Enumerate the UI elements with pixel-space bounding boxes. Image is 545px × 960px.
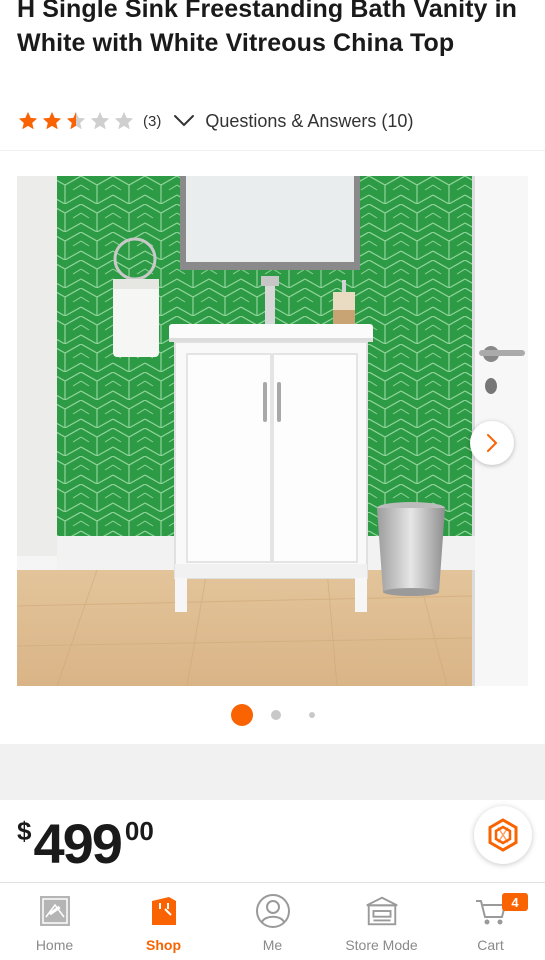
product-title-block: H Single Sink Freestanding Bath Vanity i… bbox=[17, 0, 537, 60]
store-icon bbox=[364, 893, 400, 929]
chevron-down-icon bbox=[174, 115, 195, 127]
assistant-button[interactable] bbox=[474, 806, 532, 864]
user-icon bbox=[255, 893, 291, 929]
price-currency: $ bbox=[17, 816, 32, 846]
nav-label-cart: Cart bbox=[477, 937, 504, 953]
nav-label-shop: Shop bbox=[146, 937, 181, 953]
product-price: $ 499 00 bbox=[17, 814, 154, 874]
nav-item-shop[interactable]: Shop bbox=[109, 883, 218, 960]
product-image[interactable] bbox=[17, 176, 528, 686]
nav-label-me: Me bbox=[262, 937, 283, 953]
star-empty-icon bbox=[90, 111, 110, 130]
price-section: $ 499 00 bbox=[0, 800, 545, 882]
price-dollars: 499 bbox=[33, 812, 122, 875]
assistant-hexagon-icon bbox=[488, 818, 518, 852]
carousel-dot[interactable] bbox=[270, 710, 281, 720]
carousel-indicators bbox=[0, 703, 545, 727]
nav-item-me[interactable]: Me bbox=[218, 883, 327, 960]
nav-item-cart[interactable]: 4 Cart bbox=[436, 883, 545, 960]
star-empty-icon bbox=[114, 111, 134, 130]
review-count[interactable]: (3) bbox=[143, 113, 161, 130]
section-divider bbox=[0, 150, 545, 160]
star-half-icon bbox=[66, 111, 86, 130]
rating-row[interactable]: (3) Questions & Answers (10) bbox=[17, 108, 413, 134]
carousel-dot[interactable] bbox=[308, 712, 315, 718]
next-image-button[interactable] bbox=[470, 421, 514, 465]
nav-item-home[interactable]: Home bbox=[0, 883, 109, 960]
product-title: H Single Sink Freestanding Bath Vanity i… bbox=[17, 0, 518, 57]
nav-item-store-mode[interactable]: Store Mode bbox=[327, 883, 436, 960]
star-full-icon bbox=[42, 111, 62, 130]
shop-bag-icon bbox=[146, 893, 182, 929]
chevron-right-icon bbox=[487, 434, 498, 452]
price-cents: 00 bbox=[124, 816, 154, 846]
carousel-dot-active[interactable] bbox=[230, 704, 253, 726]
nav-label-store-mode: Store Mode bbox=[345, 937, 418, 953]
bath-vanity-photo bbox=[17, 176, 528, 686]
star-full-icon bbox=[18, 111, 38, 130]
questions-answers-label: Questions & Answers (10) bbox=[205, 110, 414, 131]
bottom-navigation: Home Shop Me Store Mode 4 Cart bbox=[0, 882, 545, 960]
section-separator bbox=[0, 744, 545, 800]
cart-count-badge: 4 bbox=[502, 893, 528, 911]
nav-label-home: Home bbox=[35, 937, 74, 953]
questions-answers-link[interactable]: Questions & Answers (10) bbox=[173, 111, 413, 132]
star-rating bbox=[17, 110, 135, 132]
home-depot-logo-icon bbox=[37, 893, 73, 929]
